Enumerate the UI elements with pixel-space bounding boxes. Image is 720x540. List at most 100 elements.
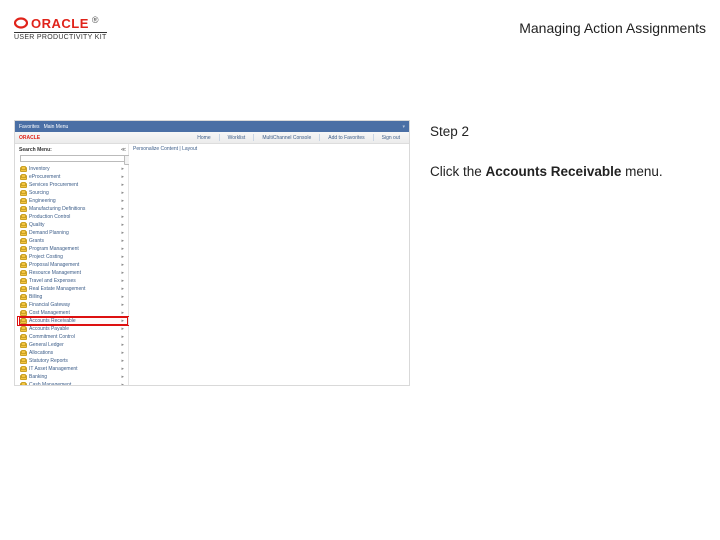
menu-item[interactable]: Banking▸	[19, 373, 128, 381]
menu-item-label: Quality	[29, 222, 45, 228]
menu-item-label: Program Management	[29, 246, 79, 252]
chevron-right-icon: ▸	[121, 214, 124, 220]
menu-item[interactable]: IT Asset Management▸	[19, 365, 128, 373]
menu-item[interactable]: Financial Gateway▸	[19, 301, 128, 309]
menu-item[interactable]: Inventory▸	[19, 165, 128, 173]
chevron-right-icon: ▸	[121, 278, 124, 284]
ss-oracle-logo: ORACLE	[19, 135, 40, 141]
menu-item[interactable]: Cost Management▸	[19, 309, 128, 317]
folder-icon	[20, 271, 27, 276]
chevron-right-icon: ▸	[121, 342, 124, 348]
ss-search-header: Search Menu: ≪	[17, 146, 128, 155]
ss-tool-addfav[interactable]: Add to Favorites	[328, 135, 364, 141]
menu-item[interactable]: Travel and Expenses ▸	[19, 277, 128, 285]
menu-item[interactable]: Commitment Control ▸	[19, 333, 128, 341]
menu-item[interactable]: Accounts Payable ▸	[19, 325, 128, 333]
folder-icon	[20, 303, 27, 308]
menu-item-label: Production Control	[29, 214, 70, 220]
chevron-right-icon: ▸	[121, 310, 124, 316]
folder-icon	[20, 319, 27, 324]
menu-item[interactable]: Resource Management▸	[19, 269, 128, 277]
menu-item[interactable]: Services Procurement ▸	[19, 181, 128, 189]
menu-item-label: IT Asset Management	[29, 366, 78, 372]
chevron-right-icon: ▸	[121, 334, 124, 340]
ss-main-area: Personalize Content | Layout	[129, 144, 409, 385]
folder-icon	[20, 183, 27, 188]
menu-item[interactable]: Real Estate Management▸	[19, 285, 128, 293]
logo-trademark: ®	[92, 15, 99, 25]
chevron-right-icon: ▸	[121, 238, 124, 244]
page-header: ORACLE ® USER PRODUCTIVITY KIT Managing …	[0, 0, 720, 50]
chevron-right-icon: ▸	[121, 262, 124, 268]
menu-item-label: Accounts Payable	[29, 326, 69, 332]
menu-item[interactable]: Statutory Reports▸	[19, 357, 128, 365]
folder-icon	[20, 175, 27, 180]
folder-icon	[20, 223, 27, 228]
folder-icon	[20, 215, 27, 220]
ss-menu-list: Inventory▸eProcurement▸Services Procurem…	[17, 164, 128, 386]
chevron-right-icon: ▸	[121, 294, 124, 300]
chevron-right-icon: ▸	[121, 374, 124, 380]
menu-item-label: Cash Management	[29, 382, 71, 386]
menu-item[interactable]: General Ledger ▸	[19, 341, 128, 349]
folder-icon	[20, 295, 27, 300]
menu-item[interactable]: Proposal Management▸	[19, 261, 128, 269]
ss-collapse-icon[interactable]: ≪	[121, 147, 126, 153]
menu-item-label: Services Procurement	[29, 182, 78, 188]
menu-item[interactable]: Engineering▸	[19, 197, 128, 205]
menu-item-label: Commitment Control	[29, 334, 75, 340]
chevron-right-icon: ▸	[121, 302, 124, 308]
step-label: Step 2	[430, 124, 702, 139]
menu-item-label: General Ledger	[29, 342, 64, 348]
folder-icon	[20, 239, 27, 244]
menu-item[interactable]: Project Costing▸	[19, 253, 128, 261]
menu-item[interactable]: eProcurement▸	[19, 173, 128, 181]
ss-tool-home[interactable]: Home	[197, 135, 210, 141]
menu-item[interactable]: Program Management▸	[19, 245, 128, 253]
ss-main-menu[interactable]: Main Menu	[44, 124, 69, 130]
folder-icon	[20, 311, 27, 316]
menu-item[interactable]: Production Control ▸	[19, 213, 128, 221]
instr-post: menu.	[621, 164, 662, 179]
ss-search-input[interactable]	[20, 155, 125, 162]
folder-icon	[20, 199, 27, 204]
menu-item-label: Demand Planning	[29, 230, 69, 236]
ss-personalize-link[interactable]: Personalize Content | Layout	[129, 144, 409, 154]
chevron-right-icon: ▸	[121, 254, 124, 260]
menu-item[interactable]: Cash Management▸	[19, 381, 128, 386]
menu-item-label: Allocations	[29, 350, 53, 356]
folder-icon	[20, 191, 27, 196]
menu-item[interactable]: Manufacturing Definitions ▸	[19, 205, 128, 213]
menu-item-label: Resource Management	[29, 270, 81, 276]
folder-icon	[20, 359, 27, 364]
folder-icon	[20, 247, 27, 252]
menu-item[interactable]: Demand Planning▸	[19, 229, 128, 237]
menu-item[interactable]: Accounts Receivable ▸	[19, 317, 128, 325]
menu-item[interactable]: Billing ▸	[19, 293, 128, 301]
ss-search-label: Search Menu:	[19, 147, 52, 153]
menu-item-label: Inventory	[29, 166, 50, 172]
ss-tool-mcc[interactable]: MultiChannel Console	[262, 135, 311, 141]
folder-icon	[20, 231, 27, 236]
menu-item[interactable]: Allocations ▸	[19, 349, 128, 357]
menu-item-label: Travel and Expenses	[29, 278, 76, 284]
menu-item-label: Accounts Receivable	[29, 318, 76, 324]
menu-item[interactable]: Quality▸	[19, 221, 128, 229]
folder-icon	[20, 335, 27, 340]
ss-favorites[interactable]: Favorites	[19, 124, 40, 130]
oracle-o-icon	[14, 16, 28, 30]
menu-item-label: Manufacturing Definitions	[29, 206, 85, 212]
chevron-right-icon: ▸	[121, 318, 124, 324]
content-row: Favorites Main Menu ▾ ORACLE Home Workli…	[0, 50, 720, 386]
chevron-right-icon: ▸	[121, 182, 124, 188]
menu-item[interactable]: Grants▸	[19, 237, 128, 245]
ss-tool-worklist[interactable]: Worklist	[228, 135, 246, 141]
menu-item[interactable]: Sourcing▸	[19, 189, 128, 197]
chevron-right-icon: ▸	[121, 350, 124, 356]
oracle-logo: ORACLE ® USER PRODUCTIVITY KIT	[14, 16, 107, 41]
chevron-right-icon: ▸	[121, 326, 124, 332]
ss-appbar: ORACLE Home Worklist MultiChannel Consol…	[15, 132, 409, 144]
menu-item-label: Billing	[29, 294, 42, 300]
ss-tool-signout[interactable]: Sign out	[382, 135, 400, 141]
chevron-right-icon: ▸	[121, 206, 124, 212]
